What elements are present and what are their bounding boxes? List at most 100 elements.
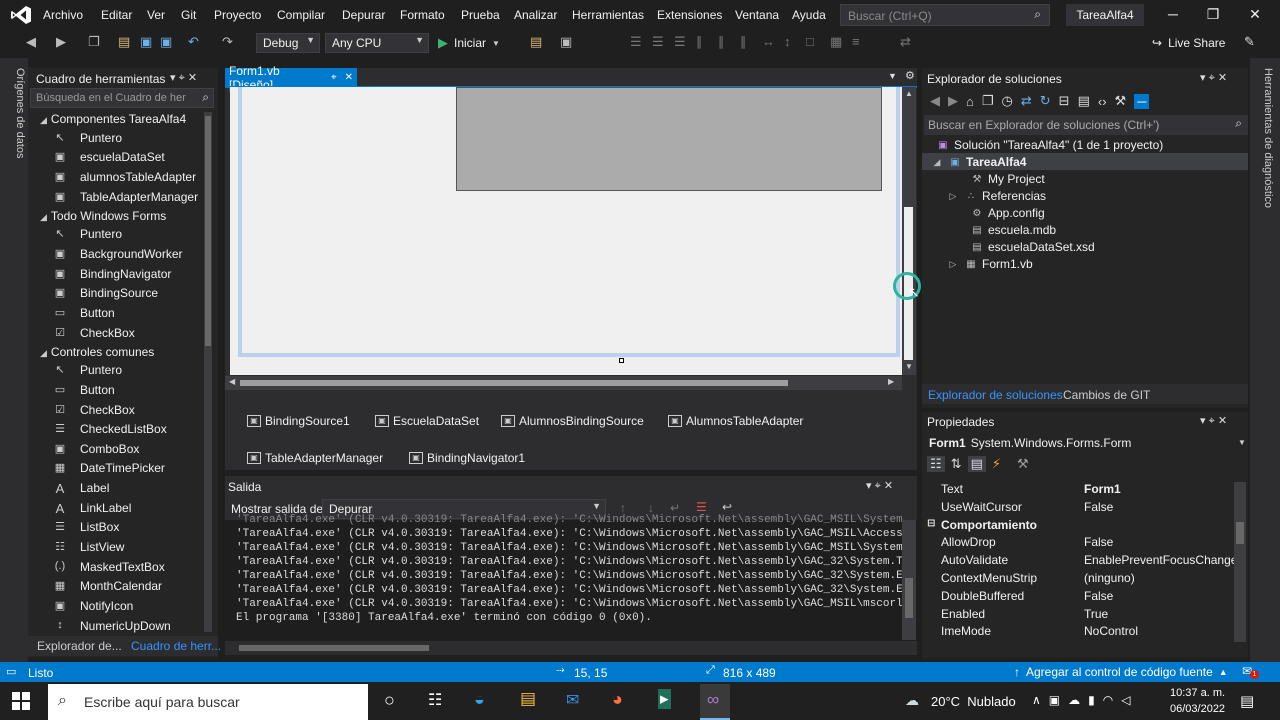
toolbox-item-backgroundworker[interactable]: ▣ BackgroundWorker bbox=[52, 244, 183, 263]
toolbox-pin-icons[interactable]: ▾ ⌖ ✕ bbox=[170, 71, 197, 85]
scroll-down-icon[interactable]: ▼ bbox=[905, 362, 913, 371]
word-wrap-icon[interactable]: ↩ bbox=[722, 500, 732, 514]
settings-icon[interactable]: ⚙ bbox=[905, 69, 915, 82]
solution-node[interactable]: ▣ Solución "TareaAlfa4" (1 de 1 proyecto) bbox=[936, 138, 1163, 152]
chevron-down-icon[interactable]: ▼ bbox=[1238, 438, 1246, 447]
menu-prueba[interactable]: Prueba bbox=[461, 8, 500, 22]
project-node[interactable]: ◢ ▣ TareaAlfa4 bbox=[930, 155, 1027, 169]
visual-studio-taskbar-button[interactable]: ∞ bbox=[700, 684, 730, 720]
alphabetical-icon[interactable]: ⇅ bbox=[951, 456, 962, 472]
property-value[interactable]: False bbox=[1084, 535, 1113, 549]
scroll-thumb[interactable] bbox=[239, 645, 429, 651]
property-value[interactable]: EnablePreventFocusChange bbox=[1084, 553, 1237, 567]
grid-icon[interactable]: ▦ bbox=[830, 34, 842, 50]
align-left-icon[interactable]: ☰ bbox=[630, 34, 642, 50]
toolbox-item-alumnostableadapter[interactable]: ▣ alumnosTableAdapter bbox=[52, 167, 196, 186]
scroll-thumb[interactable] bbox=[205, 116, 211, 346]
categorized-icon[interactable]: ☷ bbox=[927, 456, 945, 472]
properties-object-select[interactable]: Form1 System.Windows.Forms.Form bbox=[929, 436, 1131, 450]
menu-formato[interactable]: Formato bbox=[400, 8, 445, 22]
tab-toolbox[interactable]: Cuadro de herr... bbox=[131, 639, 221, 653]
show-hidden-icons-icon[interactable]: ∧ bbox=[1032, 693, 1041, 707]
tab-data-sources[interactable]: Explorador de... bbox=[37, 639, 122, 653]
scroll-thumb[interactable] bbox=[240, 380, 788, 386]
history-icon[interactable]: ◷ bbox=[1002, 93, 1013, 109]
menu-compilar[interactable]: Compilar bbox=[277, 8, 325, 22]
property-value[interactable]: Form1 bbox=[1084, 482, 1121, 496]
toolbox-item-puntero[interactable]: ↖ Puntero bbox=[52, 128, 122, 147]
menu-ventana[interactable]: Ventana bbox=[735, 8, 779, 22]
diagnostic-tools-tab[interactable]: Herramientas de diagnóstico bbox=[1256, 68, 1274, 208]
find-next-icon[interactable]: ↓ bbox=[648, 501, 654, 515]
same-height-icon[interactable]: ↕ bbox=[784, 34, 791, 49]
toolbox-item-datetimepicker[interactable]: ▦ DateTimePicker bbox=[52, 458, 165, 477]
live-share-button[interactable]: ↪ Live Share bbox=[1152, 36, 1225, 50]
spacing-icon[interactable]: ≡ bbox=[852, 34, 860, 49]
redo-icon[interactable]: ↷ bbox=[222, 34, 233, 50]
tree-item-referencias[interactable]: ▷ ∴ Referencias bbox=[946, 189, 1047, 203]
notifications-icon[interactable]: ✉ 1 bbox=[1242, 664, 1259, 680]
tree-item-app-config[interactable]: ⚙ App.config bbox=[970, 206, 1045, 220]
toolbox-item-checkedlistbox[interactable]: ☰ CheckedListBox bbox=[52, 419, 167, 438]
property-row-imemode[interactable]: ImeMode NoControl bbox=[925, 622, 1245, 640]
menu-ayuda[interactable]: Ayuda bbox=[792, 8, 826, 22]
microphone-icon[interactable]: ▮ bbox=[1088, 693, 1095, 707]
forward-icon[interactable]: ▶ bbox=[56, 34, 66, 50]
data-sources-tab[interactable]: Orígenes de datos bbox=[8, 68, 26, 159]
property-row-allowdrop[interactable]: AllowDrop False bbox=[925, 533, 1245, 551]
view-code-icon[interactable]: ‹› bbox=[1098, 94, 1107, 109]
new-item-icon[interactable]: ❐ bbox=[88, 34, 100, 50]
solution-explorer-pin-icons[interactable]: ▾ ⌖ ✕ bbox=[1200, 71, 1227, 85]
wifi-icon[interactable]: ◠ bbox=[1103, 693, 1113, 707]
tab-solution-explorer[interactable]: Explorador de soluciones bbox=[928, 388, 1063, 402]
go-to-icon[interactable]: ↵ bbox=[670, 501, 680, 515]
tray-tableadaptermanager[interactable]: ▣ TableAdapterManager bbox=[247, 451, 383, 465]
expand-icon[interactable]: ▷ bbox=[946, 259, 960, 270]
refresh-icon[interactable]: ↻ bbox=[1040, 93, 1051, 109]
start-button[interactable]: ▶ Iniciar ▼ bbox=[438, 35, 500, 51]
tree-item-escueladataset-xsd[interactable]: ▤ escuelaDataSet.xsd bbox=[970, 240, 1094, 254]
align-center-icon[interactable]: ☰ bbox=[652, 34, 664, 50]
clock-date[interactable]: 06/03/2022 bbox=[1170, 703, 1225, 715]
property-value[interactable]: False bbox=[1084, 589, 1113, 603]
scroll-thumb[interactable] bbox=[1236, 522, 1244, 544]
menu-depurar[interactable]: Depurar bbox=[342, 8, 385, 22]
resize-handle[interactable] bbox=[619, 358, 624, 363]
tree-item-my-project[interactable]: ⚒ My Project bbox=[970, 172, 1045, 186]
tab-order-icon[interactable]: ⇄ bbox=[900, 34, 911, 50]
switch-views-icon[interactable]: ❐ bbox=[982, 93, 994, 109]
menu-analizar[interactable]: Analizar bbox=[514, 8, 557, 22]
menu-herramientas[interactable]: Herramientas bbox=[572, 8, 644, 22]
forward-icon[interactable]: ▶ bbox=[948, 93, 958, 109]
properties-scrollbar[interactable] bbox=[1234, 482, 1246, 642]
toolbox-item-escueladataset[interactable]: ▣ escuelaDataSet bbox=[52, 147, 165, 166]
back-icon[interactable]: ◀ bbox=[26, 34, 36, 50]
toolbox-item-bindingsource[interactable]: ▣ BindingSource bbox=[52, 283, 158, 302]
solution-search-input[interactable]: Buscar en Explorador de soluciones (Ctrl… bbox=[924, 115, 1248, 135]
close-window-icon[interactable]: ✕ bbox=[1240, 6, 1270, 23]
volume-icon[interactable]: ◁ bbox=[1121, 693, 1130, 707]
align-top-icon[interactable]: ∥ bbox=[696, 34, 703, 50]
terminal-app-icon[interactable]: ▸ bbox=[658, 689, 671, 709]
menu-proyecto[interactable]: Proyecto bbox=[214, 8, 261, 22]
restore-icon[interactable]: ❐ bbox=[1198, 6, 1228, 23]
output-pin-icons[interactable]: ▾ ⌖ ✕ bbox=[866, 479, 893, 493]
property-value[interactable]: NoControl bbox=[1084, 624, 1138, 638]
toolbox-scrollbar[interactable] bbox=[204, 112, 212, 632]
firefox-icon[interactable]: ◕ bbox=[612, 689, 623, 710]
collapse-all-icon[interactable]: ⊟ bbox=[1059, 93, 1070, 109]
back-icon[interactable]: ◀ bbox=[930, 93, 940, 109]
toolbox-item-linklabel[interactable]: A LinkLabel bbox=[52, 498, 132, 517]
tray-bindingnavigator1[interactable]: ▣ BindingNavigator1 bbox=[409, 451, 525, 465]
events-icon[interactable]: ⚡ bbox=[992, 456, 1001, 472]
quick-launch-search[interactable]: Buscar (Ctrl+Q) ⌕ bbox=[840, 4, 1050, 26]
toolbox-item-button[interactable]: ▭ Button bbox=[52, 380, 115, 399]
add-to-source-control-button[interactable]: ↑ Agregar al control de código fuente ▲ bbox=[1014, 665, 1228, 679]
platform-select[interactable]: Any CPU ▼ bbox=[325, 33, 429, 53]
property-value[interactable]: False bbox=[1084, 500, 1113, 514]
output-vertical-scrollbar[interactable] bbox=[902, 520, 916, 640]
menu-archivo[interactable]: Archivo bbox=[43, 8, 83, 22]
find-prev-icon[interactable]: ↑ bbox=[620, 501, 626, 515]
screenshot-icon[interactable]: ▣ bbox=[560, 34, 572, 50]
align-right-icon[interactable]: ☰ bbox=[674, 34, 686, 50]
